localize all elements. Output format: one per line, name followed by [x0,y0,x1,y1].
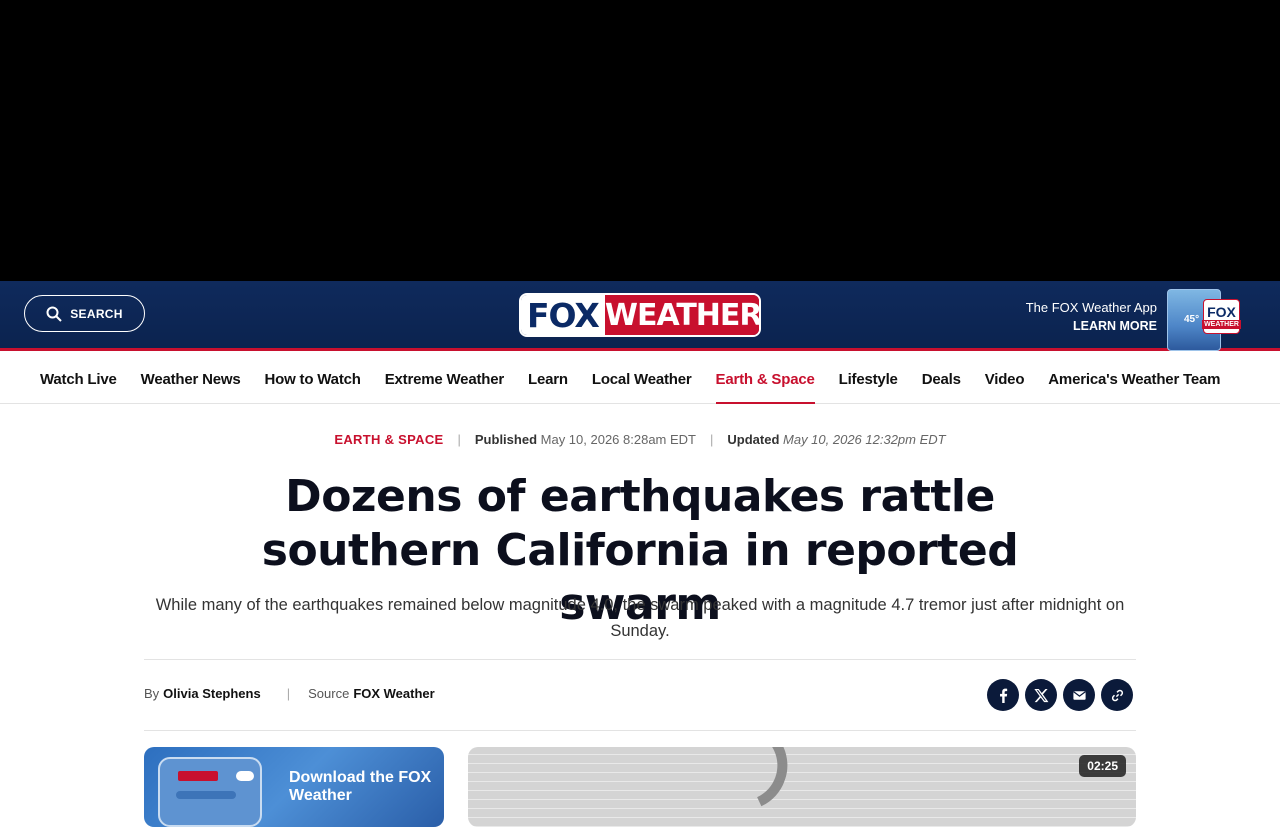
ad-slot [0,0,1280,281]
published-label: Published [474,432,538,447]
app-download-promo[interactable]: Download the FOX Weather [144,747,444,827]
author-link[interactable]: Olivia Stephens [163,686,261,701]
updated: Updated May 10, 2026 12:32pm EDT [727,432,945,447]
app-promo-title: The FOX Weather App [1025,300,1157,315]
envelope-icon [1072,690,1086,700]
copy-link-button[interactable] [1101,679,1133,711]
nav-item-learn[interactable]: Learn [528,354,568,404]
byline-divider: | [286,686,291,701]
nav-item-video[interactable]: Video [985,354,1025,404]
app-promo-cta[interactable]: LEARN MORE [1026,317,1157,335]
nav-item-watch-live[interactable]: Watch Live [40,354,117,404]
phone-logo [178,771,218,781]
share-buttons [987,679,1133,711]
meta-divider: | [710,432,714,447]
byline: By Olivia Stephens | Source FOX Weather [144,686,435,701]
search-icon [46,306,62,322]
source-name: FOX Weather [353,686,435,701]
byline-prefix: By [144,686,160,701]
nav-item-weather-news[interactable]: Weather News [141,354,241,404]
x-share-button[interactable] [1025,679,1057,711]
video-duration: 02:25 [1079,755,1126,777]
seismograph-arm [665,747,801,824]
fox-weather-logo[interactable]: FOX WEATHER [519,293,761,337]
app-thumb-temp: 45° [1184,314,1200,325]
nav-item-deals[interactable]: Deals [922,354,961,404]
search-label: SEARCH [70,306,123,321]
nav-list: Watch Live Weather News How to Watch Extrem… [0,354,1280,404]
logo-weather: WEATHER [604,295,759,335]
logo-fox: FOX [521,295,605,335]
nav-item-lifestyle[interactable]: Lifestyle [839,354,898,404]
updated-date: May 10, 2026 12:32pm EDT [783,432,946,447]
x-icon [1033,688,1048,702]
nav-item-america-s-weather-team[interactable]: America's Weather Team [1048,354,1220,404]
published-date: May 10, 2026 8:28am EDT [540,432,696,447]
source-prefix: Source [308,686,350,701]
published: Published May 10, 2026 8:28am EDT [475,432,696,447]
divider [144,730,1136,731]
app-icon-weather: WEATHER [1202,319,1241,329]
article-meta: EARTH & SPACE | Published May 10, 2026 8… [0,432,1280,447]
meta-divider: | [457,432,461,447]
app-icon: FOX WEATHER [1202,299,1241,334]
nav-item-how-to-watch[interactable]: How to Watch [265,354,361,404]
phone-live-badge [236,771,254,781]
main-nav: Watch Live Weather News How to Watch Extrem… [0,354,1280,404]
search-button[interactable]: SEARCH [24,295,145,332]
app-icon-fox: FOX [1207,303,1236,320]
phone-location-pill [176,791,236,799]
divider [144,659,1136,660]
email-share-button[interactable] [1063,679,1095,711]
video-player[interactable]: 02:25 [468,747,1136,827]
category-link[interactable]: EARTH & SPACE [334,432,443,447]
updated-label: Updated [727,432,780,447]
nav-item-extreme-weather[interactable]: Extreme Weather [385,354,504,404]
link-icon [1111,689,1123,701]
nav-item-earth-space[interactable]: Earth & Space [715,354,815,404]
masthead: SEARCH FOX WEATHER The FOX Weather App L… [0,281,1280,351]
article-dek: While many of the earthquakes remained b… [155,596,1125,640]
nav-item-local-weather[interactable]: Local Weather [592,354,692,404]
app-promo[interactable]: The FOX Weather App LEARN MORE [1026,299,1157,335]
facebook-icon [999,688,1007,703]
phone-mockup [158,757,262,827]
facebook-share-button[interactable] [987,679,1019,711]
